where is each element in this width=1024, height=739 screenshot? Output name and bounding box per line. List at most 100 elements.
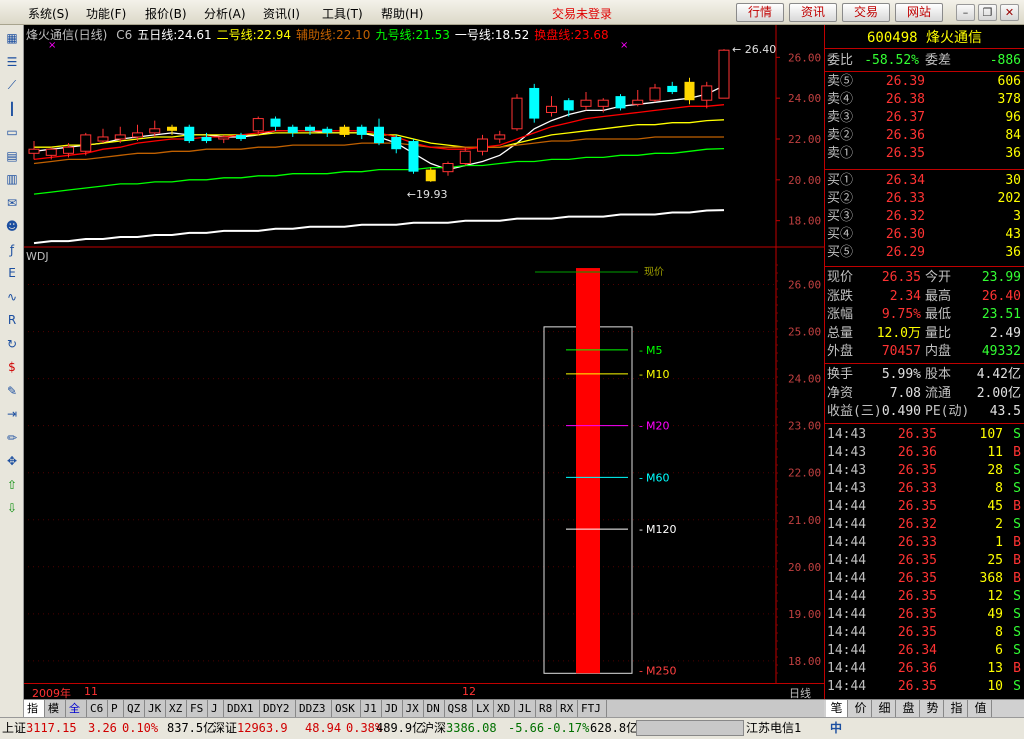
trade-button[interactable]: 交易 [842, 3, 890, 22]
indicator-tab[interactable]: QS8 [445, 700, 473, 717]
refresh-icon[interactable]: ↻ [3, 335, 21, 353]
candle[interactable] [391, 134, 402, 154]
sz-index[interactable]: 12963.9 [237, 718, 288, 739]
fund-icon[interactable]: ƒ [3, 241, 21, 259]
indicator-tab[interactable]: 全部 [66, 700, 87, 732]
etf-icon[interactable]: E [3, 264, 21, 282]
candle[interactable] [270, 116, 281, 131]
menu-system[interactable]: 系统(S) [28, 5, 69, 22]
indicator-tab[interactable]: DN [424, 700, 445, 717]
broker-label[interactable]: 江苏电信1 [746, 718, 801, 739]
info-button[interactable]: 资讯 [789, 3, 837, 22]
candle[interactable] [615, 94, 626, 111]
people-icon[interactable]: ☻ [3, 217, 21, 235]
rsi-icon[interactable]: R [3, 311, 21, 329]
candle[interactable] [649, 83, 661, 103]
candle[interactable] [97, 128, 109, 144]
sh-index[interactable]: 3117.15 [26, 718, 77, 739]
candle[interactable] [529, 83, 540, 123]
restore-button[interactable]: ❐ [978, 4, 997, 21]
indicator-tab[interactable]: DDZ3 [296, 700, 332, 717]
ask-row[interactable]: 卖② 26.36 84 [827, 127, 1023, 145]
indicator-tab[interactable]: JD [382, 700, 403, 717]
exit-icon[interactable]: ⇥ [3, 405, 21, 423]
indicator-tab[interactable]: QZ [124, 700, 145, 717]
login-status[interactable]: 交易未登录 [552, 5, 612, 22]
hs-index[interactable]: 3386.08 [446, 718, 497, 739]
chart-area[interactable]: 26.00 24.00 22.00 20.00 18.00 ← 26.40 ←19.93 × ×… [24, 25, 824, 717]
candle[interactable] [28, 141, 40, 160]
candle[interactable] [287, 124, 298, 137]
menu-quote[interactable]: 报价(B) [145, 5, 187, 22]
market-button[interactable]: 行情 [736, 3, 784, 22]
bid-row[interactable]: 买② 26.33 202 [827, 190, 1023, 208]
ime-indicator[interactable]: 中 [830, 718, 842, 739]
candle[interactable] [322, 126, 333, 137]
indicator-tab[interactable]: JK [145, 700, 166, 717]
indicator-tab[interactable]: R8 [536, 700, 557, 717]
candle[interactable] [511, 94, 523, 131]
menu-function[interactable]: 功能(F) [86, 5, 126, 22]
candle[interactable] [356, 124, 367, 139]
indicator-tab[interactable]: RX [557, 700, 578, 717]
candle[interactable] [184, 124, 195, 144]
menu-tools[interactable]: 工具(T) [322, 5, 363, 22]
ask-row[interactable]: 卖③ 26.37 96 [827, 109, 1023, 127]
price-bar[interactable] [576, 268, 600, 674]
wrench-icon[interactable]: ✎ [3, 382, 21, 400]
quote-tab[interactable]: 势 [922, 700, 944, 717]
candle[interactable] [442, 161, 454, 176]
kline-chart[interactable]: 26.0024.0022.0020.0018.00← 26.40←19.93× ×… [24, 25, 824, 717]
pencil-icon[interactable]: ✏ [3, 429, 21, 447]
indicator-tab[interactable]: JL [515, 700, 536, 717]
candle[interactable] [477, 134, 488, 156]
quote-tab[interactable]: 价 [850, 700, 872, 717]
bid-row[interactable]: 买③ 26.32 3 [827, 208, 1023, 226]
menu-help[interactable]: 帮助(H) [381, 5, 423, 22]
candle-icon[interactable]: ┃ [3, 100, 21, 118]
quote-tab[interactable]: 盘 [898, 700, 920, 717]
quote-tab[interactable]: 细 [874, 700, 896, 717]
candle[interactable] [580, 92, 592, 111]
indicator-tab[interactable]: JX [403, 700, 424, 717]
grid-icon[interactable]: ▦ [3, 29, 21, 47]
window-icon[interactable]: ▭ [3, 123, 21, 141]
indicator-tab[interactable]: XD [494, 700, 515, 717]
candle[interactable] [632, 90, 644, 107]
indicator-tab[interactable]: DDY2 [260, 700, 296, 717]
indicator-tab[interactable]: FS [187, 700, 208, 717]
ask-row[interactable]: 卖① 26.35 36 [827, 145, 1023, 163]
menu-info[interactable]: 资讯(I) [263, 5, 300, 22]
candle[interactable] [667, 81, 678, 95]
candle[interactable] [459, 147, 471, 166]
table-icon[interactable]: ▤ [3, 147, 21, 165]
indicator-tab[interactable]: LX [473, 700, 494, 717]
mail-icon[interactable]: ✉ [3, 194, 21, 212]
list-icon[interactable]: ☰ [3, 53, 21, 71]
indicator-tab[interactable]: J [208, 700, 224, 717]
candle[interactable] [494, 130, 506, 144]
quote-tab[interactable]: 笔 [826, 700, 848, 717]
wave-icon[interactable]: ∿ [3, 288, 21, 306]
indicator-tab[interactable]: FTJ [578, 700, 607, 717]
bid-row[interactable]: 买⑤ 26.29 36 [827, 244, 1023, 262]
ask-row[interactable]: 卖④ 26.38 378 [827, 91, 1023, 109]
ask-row[interactable]: 卖⑤ 26.39 606 [827, 73, 1023, 91]
indicator-tab[interactable]: DDX1 [224, 700, 260, 717]
candle[interactable] [374, 118, 384, 146]
menu-analysis[interactable]: 分析(A) [204, 5, 246, 22]
candle[interactable] [701, 81, 713, 109]
down-arrow-icon[interactable]: ⇩ [3, 499, 21, 517]
candle[interactable] [425, 167, 436, 182]
candle[interactable] [684, 77, 695, 105]
minimize-button[interactable]: – [956, 4, 975, 21]
indicator-tab[interactable]: P [108, 700, 124, 717]
dollar-icon[interactable]: $ [3, 358, 21, 376]
report-icon[interactable]: ▥ [3, 170, 21, 188]
quote-tab[interactable]: 指 [946, 700, 968, 717]
line-chart-icon[interactable]: ⟋ [3, 76, 21, 94]
bid-row[interactable]: 买④ 26.30 43 [827, 226, 1023, 244]
candle[interactable] [546, 96, 557, 117]
up-arrow-icon[interactable]: ⇧ [3, 476, 21, 494]
indicator-tab[interactable]: OSK [332, 700, 361, 717]
